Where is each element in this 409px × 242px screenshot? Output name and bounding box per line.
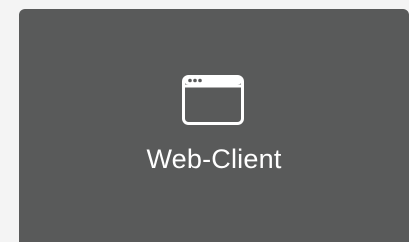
tile-label: Web-Client — [146, 144, 282, 174]
web-client-tile[interactable]: Web-Client — [19, 9, 409, 242]
